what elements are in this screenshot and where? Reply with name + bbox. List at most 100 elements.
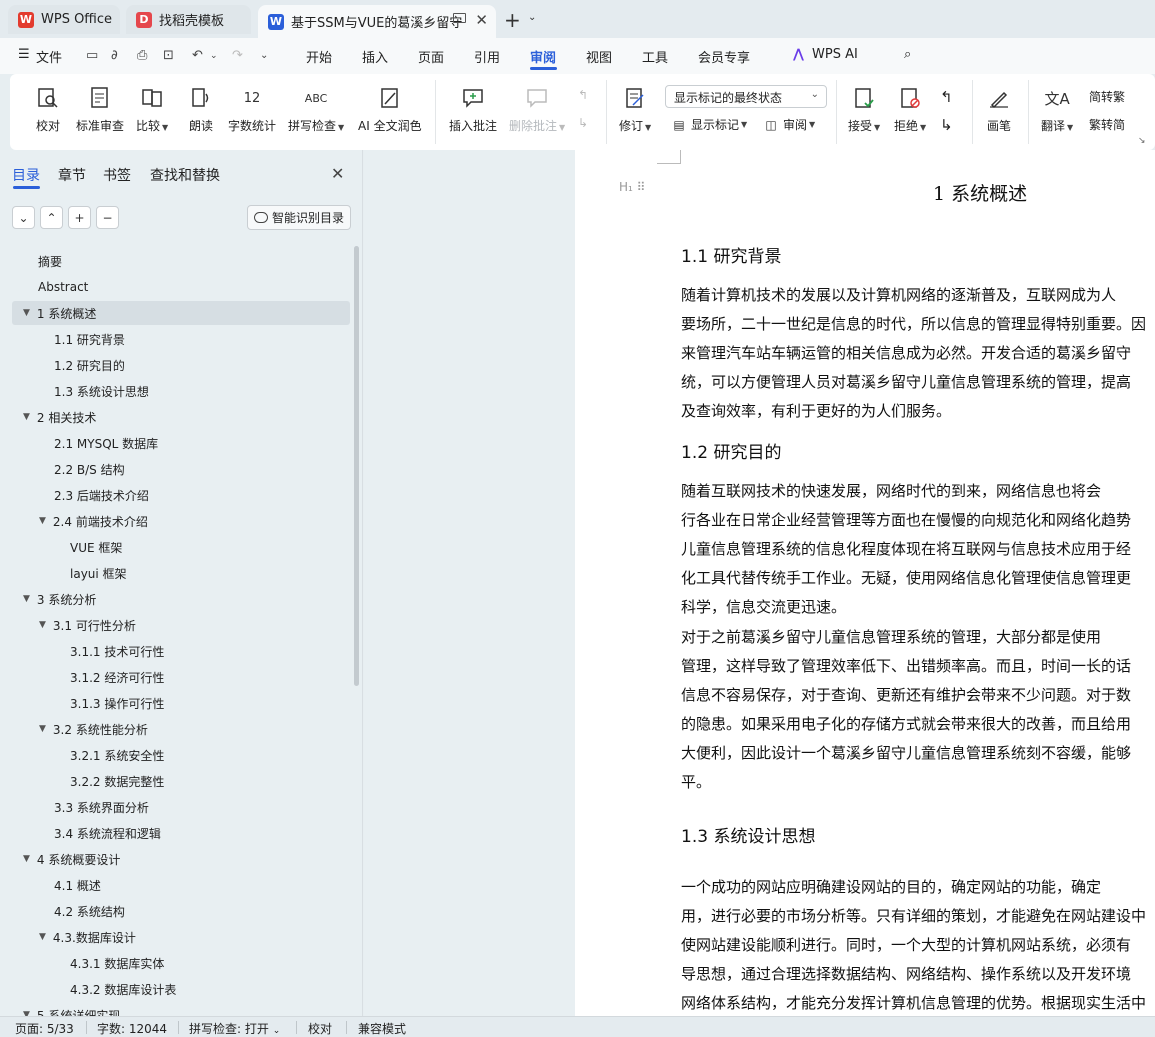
previous-change-icon[interactable]: ↰ [940,88,953,106]
toc-item[interactable]: 3.1.1 技术可行性 [70,639,164,663]
toc-item[interactable]: 3.2.1 系统安全性 [70,743,164,767]
print-preview-icon[interactable]: ⊡ [163,48,177,63]
chevron-down-icon[interactable]: ⌄ [528,12,536,23]
expand-toggle-icon[interactable]: ▼ [23,854,30,864]
tab-find-replace[interactable]: 查找和替换 [150,165,220,185]
page-indicator[interactable]: 页面: 5/33 [15,1020,74,1037]
menu-references[interactable]: 引用 [474,47,500,66]
read-aloud-button[interactable]: 朗读 [187,84,215,134]
new-tab-icon[interactable]: + [504,8,521,32]
toc-item[interactable]: 2.3 后端技术介绍 [54,483,149,507]
search-icon[interactable]: ⌕ [904,47,911,62]
toc-item[interactable]: 1.1 研究背景 [54,327,125,351]
smart-toc-button[interactable]: 智能识别目录 [247,205,351,230]
standard-review-button[interactable]: 标准审查 [76,84,124,134]
tab-chapters[interactable]: 章节 [58,165,86,185]
toc-item[interactable]: 1.3 系统设计思想 [54,379,149,403]
spell-check-status[interactable]: 拼写检查: 打开 ⌄ [189,1020,280,1037]
heading-drag-handle-icon[interactable]: H₁ ⠿ [619,180,645,194]
ribbon-expand-icon[interactable]: ↘ [1138,136,1146,146]
collapse-all-button[interactable]: ⌄ [12,206,35,229]
add-heading-button[interactable]: + [68,206,91,229]
expand-toggle-icon[interactable]: ▼ [39,932,46,942]
toc-item[interactable]: ▼ 3.1 可行性分析 [39,613,136,637]
toc-item[interactable]: layui 框架 [70,561,127,585]
expand-toggle-icon[interactable]: ▼ [23,412,30,422]
review-pane-button[interactable]: ◫ 审阅 ▼ [763,116,815,133]
pen-button[interactable]: 画笔 [985,84,1013,134]
toc-item[interactable]: 3.2.2 数据完整性 [70,769,164,793]
toc-item[interactable]: ▼ 3.2 系统性能分析 [39,717,148,741]
toc-item[interactable]: 4.2 系统结构 [54,899,125,923]
tab-toc[interactable]: 目录 [12,165,40,185]
menu-file[interactable]: 文件 [36,47,62,66]
track-changes-button[interactable]: 修订 ▼ [619,84,651,134]
tab-bookmarks[interactable]: 书签 [103,165,131,185]
menu-home[interactable]: 开始 [306,47,332,66]
to-simplified-button[interactable]: 繁转简 [1089,116,1125,133]
toc-item[interactable]: Abstract [38,275,88,299]
toc-item[interactable]: ▼ 4 系统概要设计 [23,847,120,871]
to-traditional-button[interactable]: 简转繁 [1089,88,1125,105]
move-up-button[interactable]: ⌃ [40,206,63,229]
expand-toggle-icon[interactable]: ▼ [23,594,30,604]
scrollbar[interactable] [354,246,359,686]
toc-item[interactable]: ▼ 2 相关技术 [23,405,96,429]
print-icon[interactable]: ⎙ [137,48,151,63]
toc-item[interactable]: ▼ 5 系统详细实现 [23,1003,120,1017]
proofread-status[interactable]: 校对 [308,1020,332,1037]
hamburger-icon[interactable]: ☰ [18,47,30,62]
menu-insert[interactable]: 插入 [362,47,388,66]
tab-wps-office[interactable]: W WPS Office [8,5,120,34]
markup-state-select[interactable]: 显示标记的最终状态 ⌄ [665,85,827,108]
spell-check-button[interactable]: ABC 拼写检查 ▼ [288,84,344,134]
toc-item[interactable]: 4.3.2 数据库设计表 [70,977,176,1001]
tab-document[interactable]: W 基于SSM与VUE的葛溪乡留守 ✕ [258,5,496,38]
tab-daoke-templates[interactable]: D 找稻壳模板 [126,5,251,34]
remove-heading-button[interactable]: − [96,206,119,229]
compare-button[interactable]: 比较 ▼ [136,84,168,134]
toc-item[interactable]: 4.3.1 数据库实体 [70,951,164,975]
proofread-button[interactable]: 校对 [34,84,62,134]
next-change-icon[interactable]: ↳ [940,116,953,134]
toc-item[interactable]: ▼ 3 系统分析 [23,587,96,611]
ai-polish-button[interactable]: AI 全文润色 [358,84,422,134]
menu-page[interactable]: 页面 [418,47,444,66]
word-count-indicator[interactable]: 字数: 12044 [97,1020,167,1037]
toc-item[interactable]: 3.3 系统界面分析 [54,795,149,819]
toc-item[interactable]: ▼ 1 系统概述 [23,301,96,325]
reject-button[interactable]: 拒绝 ▼ [894,84,926,134]
undo-icon[interactable]: ↶ [192,48,206,63]
menu-member[interactable]: 会员专享 [698,47,750,66]
toc-item[interactable]: ▼ 2.4 前端技术介绍 [39,509,148,533]
toc-item[interactable]: 3.1.2 经济可行性 [70,665,164,689]
link-icon[interactable]: ∂ [111,48,125,63]
undo-dropdown-icon[interactable]: ⌄ [210,51,224,65]
quick-access-more-icon[interactable]: ⌄ [260,50,274,64]
toc-item[interactable]: 3.1.3 操作可行性 [70,691,164,715]
expand-toggle-icon[interactable]: ▼ [39,516,46,526]
expand-toggle-icon[interactable]: ▼ [39,724,46,734]
word-count-button[interactable]: 12 字数统计 [228,84,276,134]
toc-item[interactable]: VUE 框架 [70,535,122,559]
close-tab-icon[interactable]: ✕ [475,11,488,29]
expand-toggle-icon[interactable]: ▼ [23,308,30,318]
menu-wps-ai[interactable]: WPS AI [812,47,858,62]
monitor-icon[interactable] [453,13,466,23]
toc-item[interactable]: 2.2 B/S 结构 [54,457,125,481]
insert-comment-button[interactable]: 插入批注 [449,84,497,134]
toc-item[interactable]: 3.4 系统流程和逻辑 [54,821,161,845]
accept-button[interactable]: 接受 ▼ [848,84,880,134]
toc-item[interactable]: 4.1 概述 [54,873,101,897]
toc-item[interactable]: 1.2 研究目的 [54,353,125,377]
toc-item[interactable]: 摘要 [38,249,62,273]
show-markup-button[interactable]: ▤ 显示标记 ▼ [671,116,747,133]
menu-review[interactable]: 审阅 [530,47,556,66]
translate-button[interactable]: 文A 翻译 ▼ [1041,84,1073,134]
toc-item[interactable]: 2.1 MYSQL 数据库 [54,431,158,455]
close-icon[interactable]: ✕ [331,164,344,183]
save-icon[interactable]: ▭ [86,48,100,63]
menu-view[interactable]: 视图 [586,47,612,66]
menu-tools[interactable]: 工具 [642,47,668,66]
document-page[interactable]: H₁ ⠿ 1 系统概述 1.1 研究背景 1.2 研究目的 1.3 系统设计思想 随… [575,150,1155,1016]
